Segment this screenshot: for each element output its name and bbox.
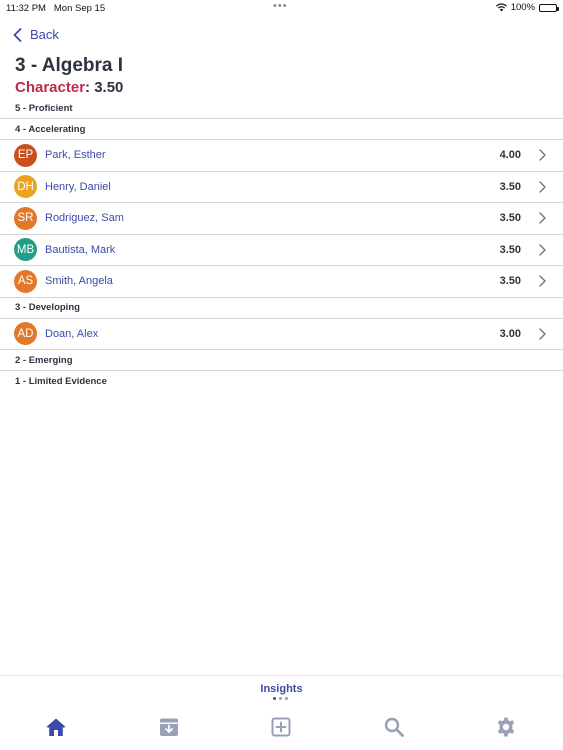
student-score: 3.00: [499, 327, 521, 340]
student-row[interactable]: DH Henry, Daniel 3.50: [0, 172, 563, 203]
student-row[interactable]: AS Smith, Angela 3.50: [0, 266, 563, 298]
student-score: 3.50: [499, 275, 521, 288]
status-time: 11:32 PM Mon Sep 15: [6, 3, 106, 14]
multitasking-dots-icon[interactable]: •••: [273, 0, 288, 12]
student-row[interactable]: MB Bautista, Mark 3.50: [0, 235, 563, 266]
tab-archive[interactable]: [158, 716, 180, 738]
page-subtitle: Character: 3.50: [15, 79, 123, 96]
section-header-limited-evidence: 1 - Limited Evidence: [15, 376, 107, 387]
battery-percent: 100%: [510, 2, 535, 13]
page-dot: [279, 697, 282, 700]
page-indicator[interactable]: [273, 697, 288, 700]
chevron-right-icon: [539, 244, 546, 256]
student-score: 3.50: [499, 212, 521, 225]
student-list: 5 - Proficient 4 - Accelerating EP Park,…: [0, 98, 563, 392]
student-name: Henry, Daniel: [45, 180, 111, 193]
status-bar: 11:32 PM Mon Sep 15 ••• 100%: [0, 0, 563, 16]
student-name: Smith, Angela: [45, 275, 113, 288]
subtitle-value: : 3.50: [85, 79, 124, 96]
avatar: AD: [14, 322, 37, 346]
page-title: 3 - Algebra I: [15, 55, 124, 76]
add-icon: [271, 717, 291, 737]
section-header-proficient: 5 - Proficient: [0, 98, 563, 119]
back-button[interactable]: Back: [13, 27, 59, 42]
wifi-icon: [495, 3, 507, 12]
avatar: SR: [14, 206, 37, 230]
student-row[interactable]: AD Doan, Alex 3.00: [0, 319, 563, 350]
tab-bar: [0, 716, 563, 740]
subtitle-label: Character: [15, 79, 86, 96]
section-header-developing: 3 - Developing: [0, 298, 563, 319]
avatar: EP: [14, 143, 37, 167]
avatar: DH: [14, 175, 37, 199]
avatar: MB: [14, 238, 37, 262]
student-score: 3.50: [499, 180, 521, 193]
chevron-right-icon: [539, 181, 546, 193]
bottom-bar: Insights: [0, 675, 563, 750]
back-label: Back: [30, 27, 59, 42]
student-score: 4.00: [499, 149, 521, 162]
student-name: Rodriguez, Sam: [45, 212, 124, 225]
page-dot: [285, 697, 288, 700]
tab-search[interactable]: [383, 716, 405, 738]
chevron-left-icon: [13, 27, 22, 42]
chevron-right-icon: [539, 149, 546, 161]
status-right: 100%: [495, 2, 559, 13]
student-name: Bautista, Mark: [45, 243, 116, 256]
search-icon: [384, 717, 404, 737]
student-score: 3.50: [499, 243, 521, 256]
chevron-right-icon: [539, 275, 546, 287]
archive-icon: [160, 718, 178, 736]
settings-icon: [497, 717, 515, 737]
tab-home[interactable]: [45, 716, 67, 738]
chevron-right-icon: [539, 212, 546, 224]
chevron-right-icon: [539, 328, 546, 340]
student-name: Park, Esther: [45, 149, 106, 162]
home-icon: [46, 718, 66, 736]
insights-label[interactable]: Insights: [0, 683, 563, 695]
section-header-accelerating: 4 - Accelerating: [0, 119, 563, 140]
section-header-emerging: 2 - Emerging: [0, 350, 563, 371]
tab-settings[interactable]: [495, 716, 517, 738]
student-row[interactable]: SR Rodriguez, Sam 3.50: [0, 203, 563, 235]
battery-icon: [539, 3, 559, 12]
avatar: AS: [14, 269, 37, 293]
student-name: Doan, Alex: [45, 327, 99, 340]
student-row[interactable]: EP Park, Esther 4.00: [0, 140, 563, 172]
page-dot: [273, 697, 276, 700]
tab-add[interactable]: [270, 716, 292, 738]
